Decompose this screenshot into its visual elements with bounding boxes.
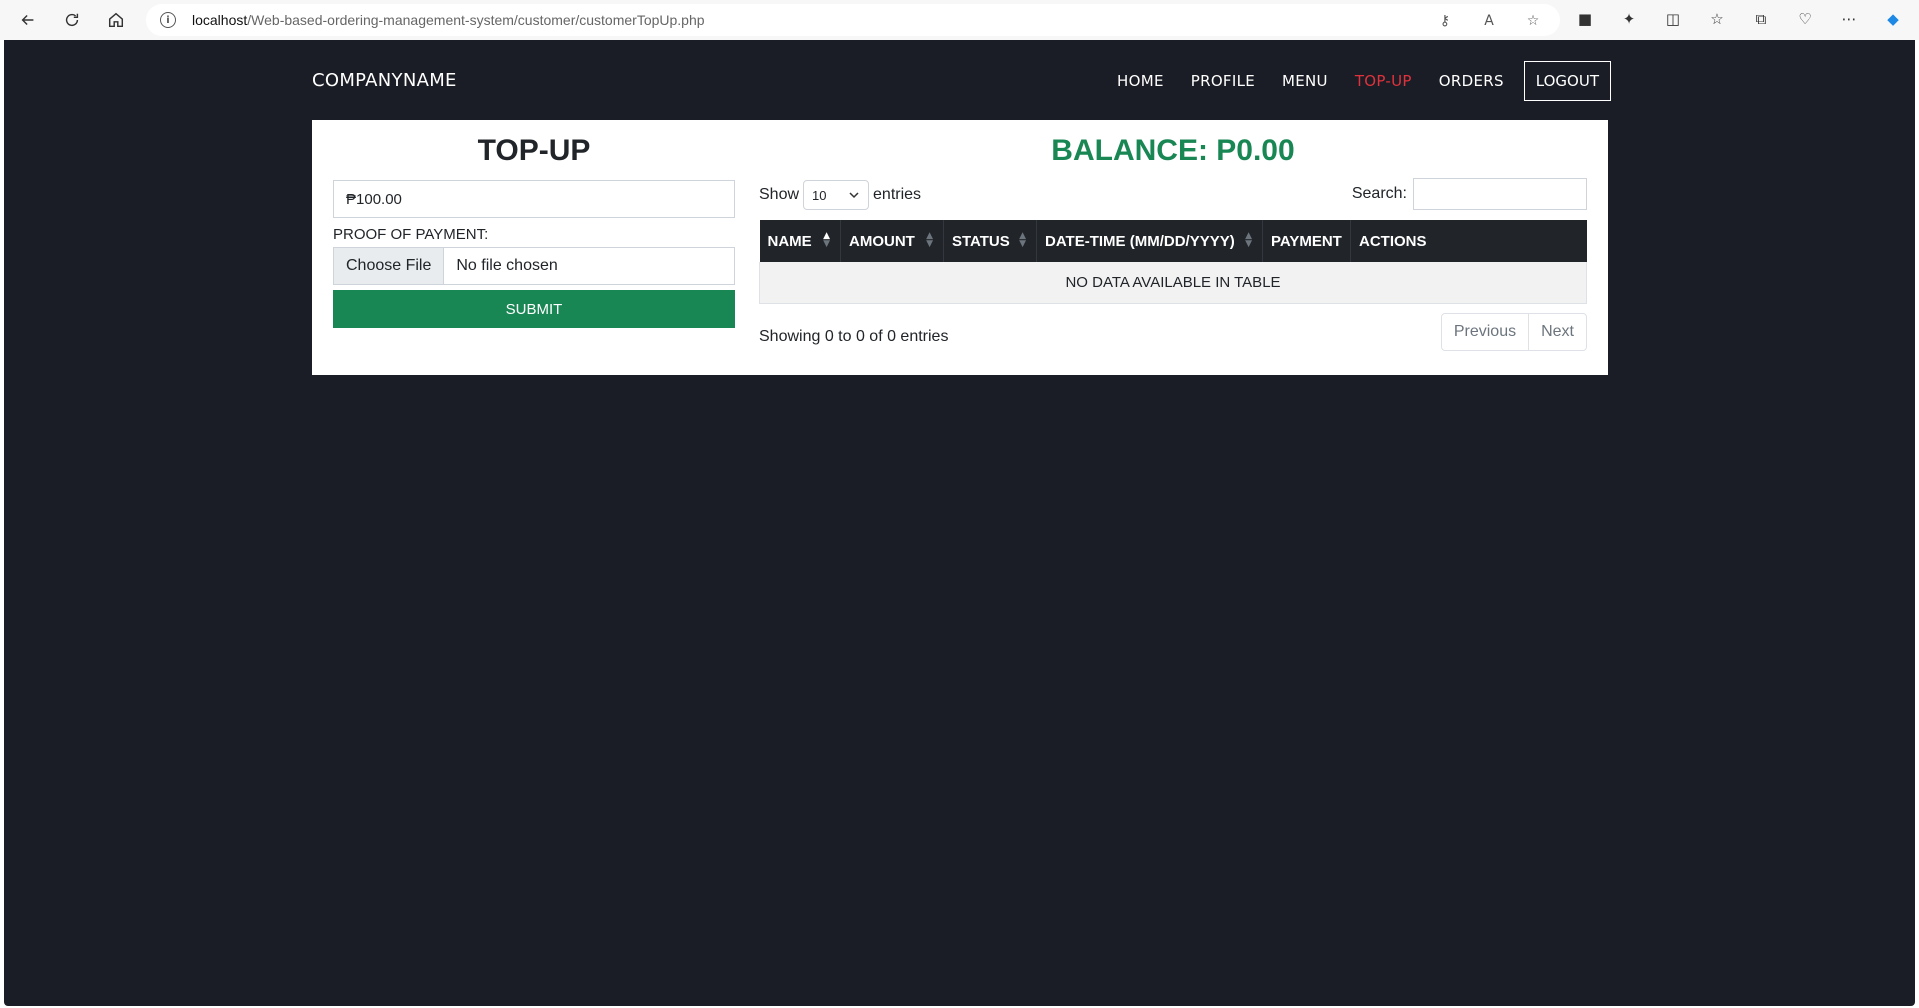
show-label: Show — [759, 186, 800, 203]
column-header-amount[interactable]: AMOUNT ▲ ▼ — [840, 220, 944, 262]
top-up-form: TOP-UP ₱100.00 PROOF OF PAYMENT: Choose … — [333, 132, 735, 328]
empty-table-message: NO DATA AVAILABLE IN TABLE — [759, 262, 1587, 304]
page-length-control: Show 10 entries — [759, 180, 921, 210]
sort-asc-icon: ▲ ▼ — [823, 231, 830, 249]
url-path: /Web-based-ordering-management-system/cu… — [247, 12, 705, 28]
chevron-down-icon — [849, 192, 859, 199]
column-label: PAYMENT — [1271, 232, 1342, 250]
column-label: ACTIONS — [1359, 232, 1427, 250]
nav-profile[interactable]: PROFILE — [1191, 72, 1255, 90]
table-controls: Show 10 entries Search: — [759, 172, 1587, 220]
transactions-table: NAME ▲ ▼ AMOUNT ▲ ▼ STATUS ▲ ▼ DATE-TIME (MM/D… — [759, 220, 1587, 304]
column-label: AMOUNT — [849, 232, 915, 250]
amount-input[interactable]: ₱100.00 — [333, 180, 735, 218]
browser-extensions: ■ ✦ ◫ ☆ ⧉ ♡ ⋯ ◆ — [1574, 8, 1904, 30]
favorites-icon[interactable]: ☆ — [1706, 8, 1728, 30]
extension-icon[interactable]: ■ — [1574, 8, 1596, 30]
read-aloud-icon[interactable]: A — [1480, 12, 1498, 30]
more-icon[interactable]: ⋯ — [1838, 8, 1860, 30]
nav-orders[interactable]: ORDERS — [1439, 72, 1504, 90]
balance-display: BALANCE: P0.00 — [1051, 134, 1295, 167]
search-input[interactable] — [1413, 178, 1587, 210]
top-up-title: TOP-UP — [477, 134, 591, 167]
address-bar[interactable]: i localhost/Web-based-ordering-managemen… — [146, 4, 1560, 36]
refresh-icon[interactable] — [54, 4, 90, 36]
nav-top-up[interactable]: TOP-UP — [1355, 72, 1412, 90]
url-text[interactable]: localhost/Web-based-ordering-management-… — [192, 12, 705, 28]
puzzle-icon[interactable]: ✦ — [1618, 8, 1640, 30]
collections-icon[interactable]: ⧉ — [1750, 8, 1772, 30]
pagination: Previous Next — [1440, 312, 1587, 351]
back-icon[interactable] — [10, 4, 46, 36]
nav-home[interactable]: HOME — [1117, 72, 1164, 90]
nav-menu[interactable]: MENU — [1282, 72, 1328, 90]
main-nav: HOME PROFILE MENU TOP-UP ORDERS LOGOUT — [1090, 61, 1611, 101]
entries-label: entries — [873, 186, 922, 203]
top-up-card: TOP-UP ₱100.00 PROOF OF PAYMENT: Choose … — [312, 120, 1608, 375]
choose-file-button[interactable]: Choose File — [334, 248, 445, 284]
proof-of-payment-label: PROOF OF PAYMENT: — [333, 226, 489, 243]
column-header-status[interactable]: STATUS ▲ ▼ — [943, 220, 1037, 262]
table-search: Search: — [1352, 178, 1587, 210]
site-info-icon[interactable]: i — [160, 12, 176, 28]
table-footer: Showing 0 to 0 of 0 entries Previous Nex… — [759, 304, 1587, 364]
copilot-icon[interactable]: ◆ — [1882, 8, 1904, 30]
file-status-text: No file chosen — [456, 257, 558, 274]
page-length-select[interactable]: 10 — [803, 180, 870, 210]
table-row: NO DATA AVAILABLE IN TABLE — [759, 262, 1587, 304]
column-label: STATUS — [952, 232, 1010, 250]
next-page-button[interactable]: Next — [1528, 313, 1586, 350]
previous-page-button[interactable]: Previous — [1442, 314, 1528, 350]
column-header-date-time[interactable]: DATE-TIME (MM/DD/YYYY) ▲ ▼ — [1036, 220, 1263, 262]
submit-button[interactable]: SUBMIT — [333, 290, 735, 328]
brand-logo[interactable]: COMPANYNAME — [312, 70, 457, 91]
key-icon[interactable]: ⚷ — [1436, 12, 1454, 30]
proof-file-input[interactable]: Choose File No file chosen — [333, 247, 735, 285]
browser-toolbar: i localhost/Web-based-ordering-managemen… — [0, 0, 1919, 40]
column-label: NAME — [767, 232, 812, 250]
table-header-row: NAME ▲ ▼ AMOUNT ▲ ▼ STATUS ▲ ▼ DATE-TIME (MM/D… — [759, 220, 1587, 262]
transactions-panel: BALANCE: P0.00 Show 10 entries Search: N… — [759, 132, 1587, 364]
page-length-value: 10 — [812, 187, 827, 203]
column-header-payment: PAYMENT — [1262, 220, 1351, 262]
split-screen-icon[interactable]: ◫ — [1662, 8, 1684, 30]
column-header-name[interactable]: NAME ▲ ▼ — [759, 220, 841, 262]
sort-icon: ▲ ▼ — [1245, 231, 1252, 249]
url-host: localhost — [192, 12, 248, 28]
column-label: DATE-TIME (MM/DD/YYYY) — [1045, 232, 1235, 250]
column-header-actions: ACTIONS — [1350, 220, 1587, 262]
home-icon[interactable] — [98, 4, 134, 36]
favorite-star-icon[interactable]: ☆ — [1524, 12, 1542, 30]
page-viewport: COMPANYNAME HOME PROFILE MENU TOP-UP ORD… — [4, 40, 1915, 1006]
sort-icon: ▲ ▼ — [926, 231, 933, 249]
search-label: Search: — [1351, 185, 1407, 202]
address-bar-actions: ⚷ A ☆ — [1436, 12, 1542, 30]
sort-icon: ▲ ▼ — [1019, 231, 1026, 249]
table-info: Showing 0 to 0 of 0 entries — [759, 327, 949, 345]
logout-button[interactable]: LOGOUT — [1523, 61, 1611, 101]
performance-icon[interactable]: ♡ — [1794, 8, 1816, 30]
